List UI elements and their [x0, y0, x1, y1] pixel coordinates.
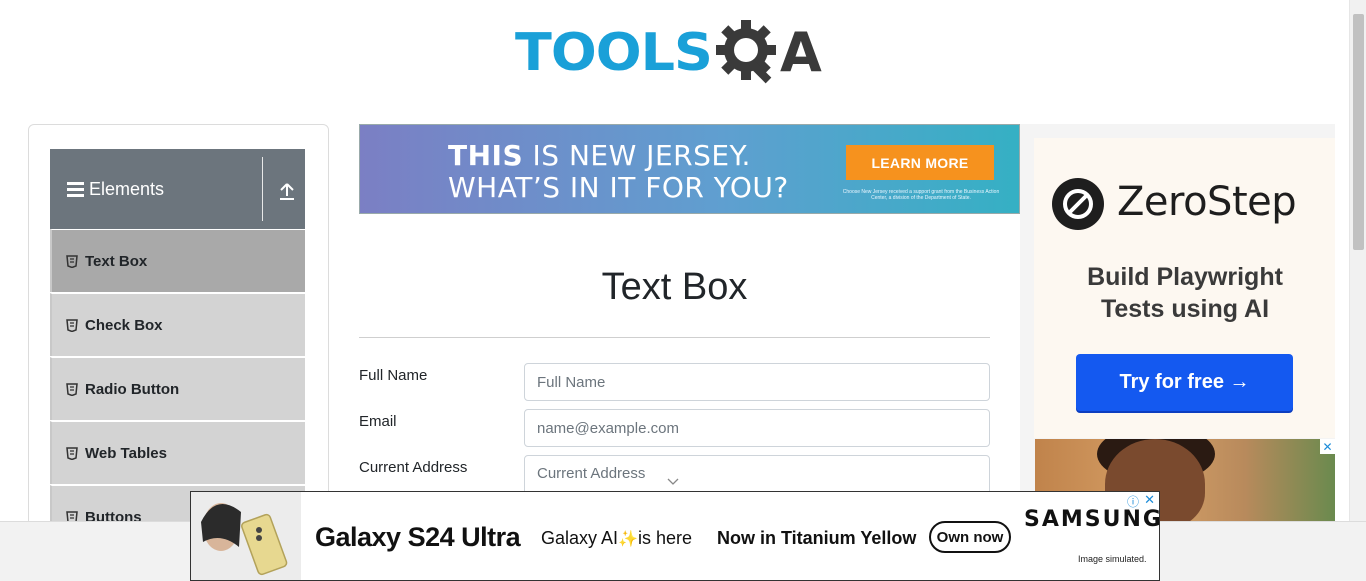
samsung-banner-ad[interactable]: Galaxy S24 Ultra Galaxy AI✨is here Now i…: [190, 491, 1160, 581]
sidebar-item-label: Check Box: [85, 316, 163, 334]
ad-color-line: Now in Titanium Yellow: [717, 528, 917, 548]
html5-icon: [66, 254, 78, 268]
zerostep-logo-icon: [1052, 178, 1104, 230]
vertical-scrollbar[interactable]: [1349, 0, 1366, 521]
ad-headline-line1: THIS IS NEW JERSEY.: [448, 139, 751, 172]
ad-model-image: [191, 492, 301, 580]
chevron-down-icon: [667, 478, 679, 485]
sidebar-item-radio-button[interactable]: Radio Button: [50, 357, 305, 420]
gear-magnifier-icon: [715, 20, 776, 84]
html5-icon: [66, 446, 78, 460]
ad-product-name: Galaxy S24 Ultra: [315, 522, 521, 552]
ad-close-icon[interactable]: ✕: [1144, 492, 1155, 508]
full-name-label: Full Name: [359, 367, 428, 384]
elements-group-header[interactable]: Elements: [50, 149, 305, 229]
own-now-button[interactable]: Own now: [929, 521, 1011, 553]
email-label: Email: [359, 413, 397, 430]
sidebar-item-label: Radio Button: [85, 380, 180, 398]
samsung-logo: SAMSUNG: [1024, 507, 1160, 532]
group-title: Elements: [89, 178, 165, 199]
scrollbar-thumb[interactable]: [1353, 14, 1364, 250]
ad-headline-line2: WHAT’S IN IT FOR YOU?: [448, 171, 789, 204]
html5-icon: [66, 382, 78, 396]
zerostep-brand: ZeroStep: [1117, 179, 1297, 225]
ad-fine-print: Choose New Jersey received a support gra…: [842, 189, 1000, 201]
email-input[interactable]: [524, 409, 990, 447]
zerostep-tagline: Build Playwright Tests using AI: [1087, 263, 1283, 323]
page-title: Text Box: [601, 266, 748, 308]
logo-text-a: A: [779, 21, 822, 84]
current-address-label: Current Address: [359, 459, 468, 476]
close-icon[interactable]: ✕: [1320, 439, 1335, 454]
logo-text-tools: TOOLS: [515, 22, 713, 83]
toolsqa-logo[interactable]: TOOLS A: [515, 14, 840, 92]
page: TOOLS A Elements Text Box Check Box Radi…: [0, 0, 1366, 581]
title-divider: [359, 337, 990, 338]
sparkle-icon: ✨: [618, 531, 638, 548]
sidebar-item-label: Text Box: [85, 252, 148, 270]
sidebar-item-text-box[interactable]: Text Box: [50, 229, 305, 292]
try-for-free-button[interactable]: Try for free →: [1076, 354, 1293, 411]
sidebar-item-check-box[interactable]: Check Box: [50, 293, 305, 356]
new-jersey-banner-ad[interactable]: THIS IS NEW JERSEY. WHAT’S IN IT FOR YOU…: [359, 124, 1020, 214]
sidebar-item-label: Web Tables: [85, 444, 167, 462]
hamburger-icon: [67, 181, 84, 197]
learn-more-button[interactable]: LEARN MORE: [846, 145, 994, 180]
html5-icon: [66, 318, 78, 332]
ad-disclaimer: Image simulated.: [1078, 554, 1147, 564]
full-name-input[interactable]: [524, 363, 990, 401]
ad-info-icon[interactable]: ⓘ: [1127, 493, 1139, 510]
ad-galaxy-ai-text: Galaxy AI✨is here: [541, 528, 692, 548]
header-divider: [262, 157, 263, 221]
collapse-arrow-icon[interactable]: [278, 181, 296, 201]
sidebar-item-web-tables[interactable]: Web Tables: [50, 421, 305, 484]
